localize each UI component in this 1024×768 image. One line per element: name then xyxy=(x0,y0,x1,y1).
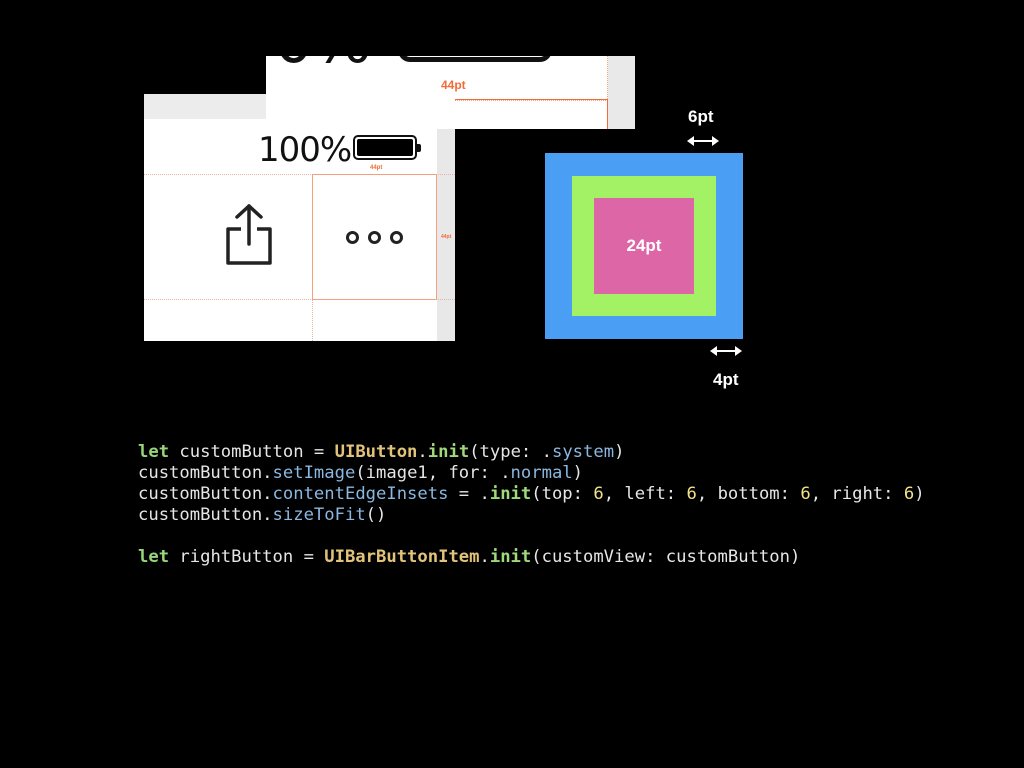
zoomed-gutter xyxy=(608,56,635,129)
code-line-2: customButton.setImage(image1, for: .norm… xyxy=(138,463,583,483)
code-line-1: let customButton = UIButton.init(type: .… xyxy=(138,442,625,462)
zoomed-measure-right xyxy=(607,99,608,129)
zoomed-measure-label: 44pt xyxy=(441,78,466,92)
more-button[interactable] xyxy=(312,174,437,300)
panel-header-strip xyxy=(144,94,266,119)
code-line-4: customButton.sizeToFit() xyxy=(138,505,387,525)
image-box: 24pt xyxy=(594,198,694,294)
zoomed-battery-percent: 0% xyxy=(274,56,371,77)
bottom-inset-label: 4pt xyxy=(713,370,739,389)
battery-icon xyxy=(353,135,421,160)
more-dot-icon xyxy=(390,231,403,244)
top-inset-label: 6pt xyxy=(688,107,714,126)
top-double-arrow-icon xyxy=(687,136,719,146)
share-icon[interactable] xyxy=(224,202,274,266)
navbar-screenshot: 100% 44pt 44pt xyxy=(144,94,455,341)
bottom-double-arrow-icon xyxy=(710,346,742,356)
code-line-5: let rightButton = UIBarButtonItem.init(c… xyxy=(138,547,801,567)
zoomed-battery-icon xyxy=(398,56,552,62)
more-dot-icon xyxy=(346,231,359,244)
zoomed-guide-vertical xyxy=(607,56,608,99)
battery-percent: 100% xyxy=(258,130,352,170)
more-dot-icon xyxy=(368,231,381,244)
guide-line-vertical xyxy=(312,300,313,341)
image-size-label: 24pt xyxy=(626,236,662,255)
measure-label-side: 44pt xyxy=(441,234,452,240)
measure-label-top: 44pt xyxy=(370,165,383,171)
code-block: let customButton = UIButton.init(type: .… xyxy=(138,442,925,568)
code-line-3: customButton.contentEdgeInsets = .init(t… xyxy=(138,484,925,504)
